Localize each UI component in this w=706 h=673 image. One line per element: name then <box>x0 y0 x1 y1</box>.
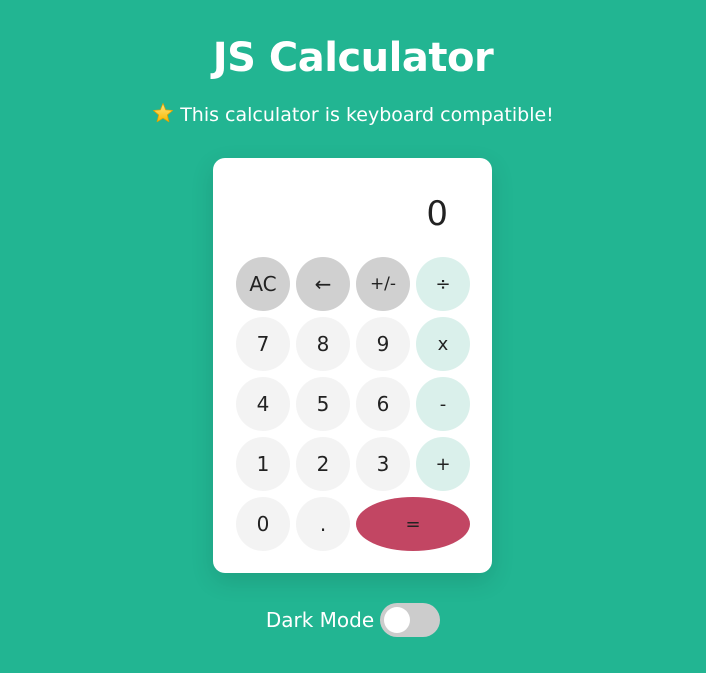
dark-mode-setting: Dark Mode <box>0 602 706 638</box>
digit-7-button[interactable]: 7 <box>236 317 290 371</box>
digit-6-button[interactable]: 6 <box>356 377 410 431</box>
equals-button[interactable]: = <box>356 497 470 551</box>
digit-2-button[interactable]: 2 <box>296 437 350 491</box>
subtitle: This calculator is keyboard compatible! <box>0 100 706 130</box>
digit-0-button[interactable]: 0 <box>236 497 290 551</box>
digit-4-button[interactable]: 4 <box>236 377 290 431</box>
calculator: 0 AC ← +/- ÷ 7 8 9 x 4 5 6 - 1 2 3 + 0 .… <box>213 158 492 573</box>
toggle-knob <box>384 607 411 633</box>
subtract-button[interactable]: - <box>416 377 470 431</box>
divide-button[interactable]: ÷ <box>416 257 470 311</box>
digit-1-button[interactable]: 1 <box>236 437 290 491</box>
page-title: JS Calculator <box>212 35 494 81</box>
digit-8-button[interactable]: 8 <box>296 317 350 371</box>
digit-5-button[interactable]: 5 <box>296 377 350 431</box>
page: JS Calculator This calculator is keyboar… <box>0 0 706 673</box>
decimal-button[interactable]: . <box>296 497 350 551</box>
all-clear-button[interactable]: AC <box>236 257 290 311</box>
multiply-button[interactable]: x <box>416 317 470 371</box>
subtitle-text: This calculator is keyboard compatible! <box>180 104 554 126</box>
dark-mode-toggle[interactable] <box>380 603 441 637</box>
backspace-button[interactable]: ← <box>296 257 350 311</box>
backspace-arrow-icon: ← <box>314 272 332 296</box>
calculator-display: 0 <box>426 194 448 234</box>
star-icon <box>152 102 174 124</box>
toggle-sign-button[interactable]: +/- <box>356 257 410 311</box>
digit-9-button[interactable]: 9 <box>356 317 410 371</box>
dark-mode-label: Dark Mode <box>265 608 375 632</box>
add-button[interactable]: + <box>416 437 470 491</box>
digit-3-button[interactable]: 3 <box>356 437 410 491</box>
